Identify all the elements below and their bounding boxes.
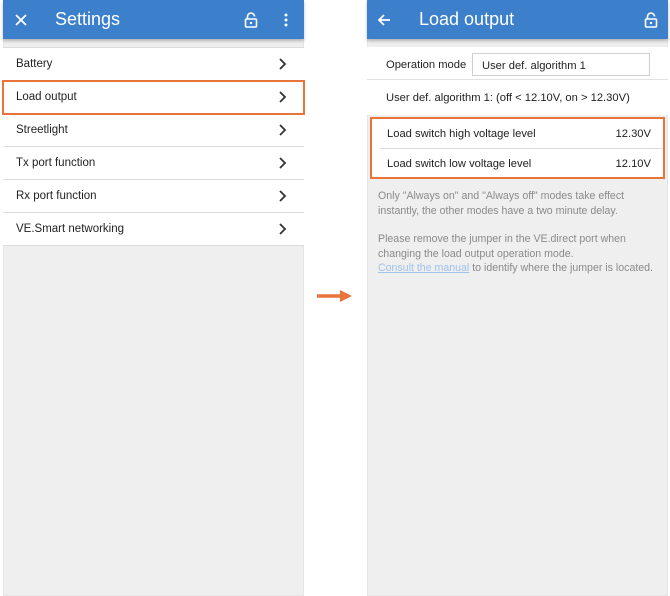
menu-item-label: Rx port function — [16, 190, 97, 202]
jumper-note-suffix: to identify where the jumper is located. — [469, 262, 654, 274]
settings-screen: Settings Battery Load output Streetlight… — [2, 0, 305, 596]
menu-item-tx-port-function[interactable]: Tx port function — [3, 147, 304, 180]
low-voltage-label: Load switch low voltage level — [387, 158, 532, 170]
menu-item-label: Load output — [16, 91, 77, 103]
menu-item-label: Tx port function — [16, 157, 96, 169]
operation-mode-value: User def. algorithm 1 — [482, 60, 586, 72]
low-voltage-row[interactable]: Load switch low voltage level 12.10V — [380, 148, 663, 178]
settings-menu-list: Battery Load output Streetlight Tx port … — [2, 47, 305, 246]
chevron-right-icon — [279, 91, 287, 103]
lock-icon[interactable] — [241, 10, 261, 30]
chevron-right-icon — [279, 223, 287, 235]
menu-item-label: VE.Smart networking — [16, 223, 125, 235]
menu-item-label: Battery — [16, 58, 53, 70]
transition-arrow-icon — [317, 290, 352, 302]
chevron-right-icon — [279, 190, 287, 202]
consult-manual-link[interactable]: Consult the manual — [378, 262, 469, 274]
high-voltage-row[interactable]: Load switch high voltage level 12.30V — [372, 119, 663, 148]
menu-item-battery[interactable]: Battery — [3, 48, 304, 81]
menu-item-label: Streetlight — [16, 124, 68, 136]
jumper-note: Please remove the jumper in the VE.direc… — [378, 232, 660, 276]
high-voltage-value: 12.30V — [615, 128, 651, 140]
menu-item-streetlight[interactable]: Streetlight — [3, 114, 304, 147]
operation-mode-select[interactable]: User def. algorithm 1 — [472, 53, 650, 76]
operation-mode-label: Operation mode — [386, 59, 467, 71]
lock-icon[interactable] — [641, 10, 661, 30]
load-output-settings: Operation mode User def. algorithm 1 Use… — [367, 47, 668, 115]
page-title: Settings — [55, 9, 121, 29]
mode-delay-note: Only "Always on" and "Always off" modes … — [378, 190, 625, 217]
page-title: Load output — [419, 9, 515, 29]
close-icon[interactable] — [11, 10, 31, 30]
back-arrow-icon[interactable] — [374, 10, 394, 30]
settings-app-bar: Settings — [3, 0, 304, 39]
load-output-app-bar: Load output — [367, 0, 668, 39]
operation-mode-row: Operation mode User def. algorithm 1 — [367, 47, 668, 79]
menu-item-ve-smart-networking[interactable]: VE.Smart networking — [3, 213, 304, 246]
high-voltage-label: Load switch high voltage level — [387, 128, 536, 140]
menu-item-rx-port-function[interactable]: Rx port function — [3, 180, 304, 213]
chevron-right-icon — [279, 124, 287, 136]
voltage-levels-group: Load switch high voltage level 12.30V Lo… — [370, 117, 665, 179]
algorithm-description-row: User def. algorithm 1: (off < 12.10V, on… — [367, 79, 668, 115]
chevron-right-icon — [279, 157, 287, 169]
low-voltage-value: 12.10V — [615, 158, 651, 170]
load-output-screen: Load output Operation mode User def. alg… — [367, 0, 668, 596]
algorithm-description: User def. algorithm 1: (off < 12.10V, on… — [386, 92, 630, 104]
jumper-note-text: Please remove the jumper in the VE.direc… — [378, 233, 626, 260]
more-vertical-icon[interactable] — [276, 10, 296, 30]
menu-item-load-output[interactable]: Load output — [2, 80, 305, 115]
chevron-right-icon — [279, 58, 287, 70]
